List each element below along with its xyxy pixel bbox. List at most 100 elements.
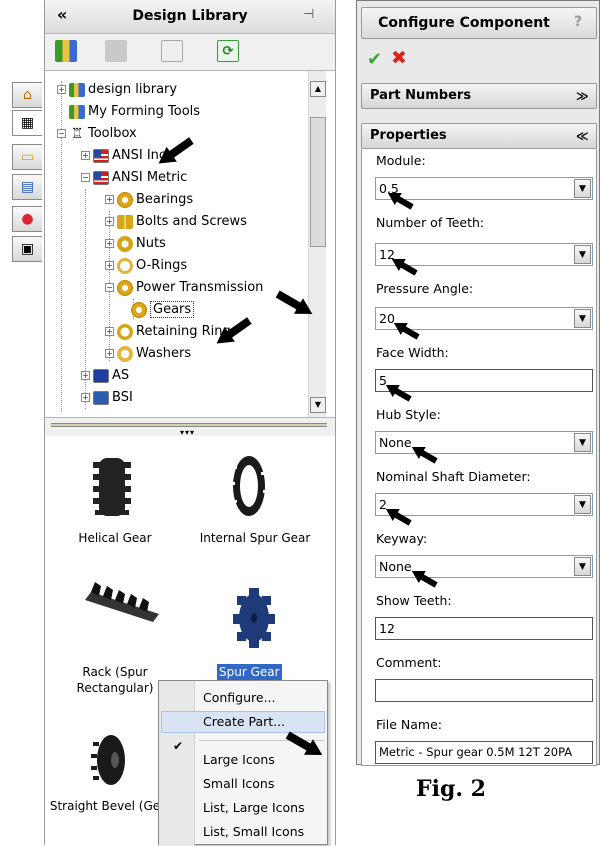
collapse-chevron-icon[interactable]: ≪ (576, 129, 589, 143)
tree-item-nuts[interactable]: + Nuts (105, 233, 166, 255)
tree-item-bolts-and-screws[interactable]: + Bolts and Screws (105, 211, 247, 233)
side-tab-home[interactable]: ⌂ (12, 82, 42, 108)
side-tab-view-palette[interactable]: ▤ (12, 174, 42, 200)
retaining-ring-icon (117, 323, 133, 340)
keyway-select[interactable]: None ▼ (375, 555, 593, 578)
dropdown-arrow-icon[interactable]: ▼ (574, 309, 591, 328)
show-teeth-label: Show Teeth: (376, 593, 452, 608)
library-icon (69, 82, 85, 97)
face-width-input[interactable]: 5 (375, 369, 593, 392)
tree-item-power-transmission[interactable]: − Power Transmission (105, 277, 263, 299)
comment-input[interactable] (375, 679, 593, 702)
teeth-label: Number of Teeth: (376, 215, 485, 230)
library-tree: + design library My Forming Tools − ♖ Toolb… (45, 70, 335, 418)
module-label: Module: (376, 153, 426, 168)
hub-style-select[interactable]: None ▼ (375, 431, 593, 454)
cancel-x-icon[interactable]: ✖ (391, 47, 407, 69)
library-title-bar: « Design Library ⊣ (45, 0, 335, 34)
menu-item-create-part[interactable]: Create Part... (203, 711, 285, 733)
part-numbers-title: Part Numbers (370, 88, 472, 103)
rack-thumbnail[interactable] (83, 578, 161, 626)
tree-item-toolbox[interactable]: − ♖ Toolbox (57, 123, 137, 145)
dropdown-arrow-icon[interactable]: ▼ (574, 179, 591, 198)
menu-item-small-icons[interactable]: Small Icons (203, 773, 274, 795)
pin-icon[interactable]: ⊣ (303, 7, 314, 22)
pointer-arrow (155, 135, 196, 169)
hub-style-label: Hub Style: (376, 407, 441, 422)
menu-item-list-large-icons[interactable]: List, Large Icons (203, 797, 305, 819)
scroll-thumb[interactable] (310, 117, 326, 247)
shaft-diameter-select[interactable]: 2 ▼ (375, 493, 593, 516)
tree-item-my-forming-tools[interactable]: My Forming Tools (69, 101, 200, 123)
helical-gear-thumbnail[interactable] (89, 454, 135, 520)
us-flag-icon (93, 148, 109, 163)
tree-item-ansi-metric[interactable]: − ANSI Metric (81, 167, 187, 189)
straight-bevel-gear-thumbnail[interactable] (91, 732, 131, 788)
library-toolbar: ⟳ (45, 34, 335, 70)
configure-component-panel: Configure Component ? ✔ ✖ Part Numbers ≫… (356, 0, 600, 766)
checkmark-icon: ✔ (173, 739, 184, 753)
dropdown-arrow-icon[interactable]: ▼ (574, 557, 591, 576)
side-tab-appearances[interactable]: ● (12, 206, 42, 232)
spur-gear-thumbnail[interactable] (231, 586, 277, 650)
tree-scrollbar[interactable]: ▲ ▼ (308, 71, 326, 417)
menu-item-configure[interactable]: Configure... (203, 687, 276, 709)
properties-title: Properties (370, 128, 447, 143)
configure-title-bar: Configure Component ? (361, 7, 597, 39)
create-new-folder-icon[interactable] (161, 40, 183, 62)
scroll-down-icon[interactable]: ▼ (310, 397, 326, 413)
nut-icon (117, 235, 133, 252)
washer-icon (117, 345, 133, 362)
menu-item-large-icons[interactable]: Large Icons (203, 749, 275, 771)
bolt-icon (117, 214, 133, 229)
dropdown-arrow-icon[interactable]: ▼ (574, 433, 591, 452)
side-tab-file-explorer[interactable]: ▭ (12, 144, 42, 170)
dropdown-arrow-icon[interactable]: ▼ (574, 495, 591, 514)
module-select[interactable]: 0.5 ▼ (375, 177, 593, 200)
refresh-icon[interactable]: ⟳ (217, 40, 239, 62)
pointer-arrow (213, 315, 254, 349)
side-tab-custom-properties[interactable]: ▣ (12, 236, 42, 262)
gallery-caption-rack-spur-rectangular[interactable]: Rack (Spur Rectangular) (65, 664, 165, 696)
pane-splitter[interactable]: ▾▾▾ (45, 418, 335, 437)
dropdown-arrow-icon[interactable]: ▼ (574, 245, 591, 264)
face-width-label: Face Width: (376, 345, 449, 360)
tree-item-washers[interactable]: + Washers (105, 343, 191, 365)
show-teeth-input[interactable]: 12 (375, 617, 593, 640)
keyway-label: Keyway: (376, 531, 428, 546)
ok-check-icon[interactable]: ✔ (367, 49, 382, 70)
tree-item-o-rings[interactable]: + O-Rings (105, 255, 187, 277)
tree-item-bearings[interactable]: + Bearings (105, 189, 193, 211)
part-numbers-group[interactable]: Part Numbers ≫ (361, 83, 597, 109)
scroll-up-icon[interactable]: ▲ (310, 81, 326, 97)
gear-icon (117, 279, 133, 296)
design-library-panel: « Design Library ⊣ ⟳ + design library My … (44, 0, 336, 846)
menu-item-list-small-icons[interactable]: List, Small Icons (203, 821, 304, 843)
tree-item-design-library[interactable]: + design library (57, 79, 177, 101)
side-tab-design-library[interactable]: ▦ (12, 110, 42, 136)
internal-spur-gear-thumbnail[interactable] (229, 452, 269, 520)
gallery-caption-spur-gear[interactable]: Spur Gear (217, 664, 282, 680)
help-icon[interactable]: ? (574, 14, 582, 30)
oring-icon (117, 257, 133, 274)
uk-flag-icon (93, 390, 109, 405)
add-to-library-icon[interactable] (55, 40, 77, 62)
comment-label: Comment: (376, 655, 442, 670)
pressure-angle-label: Pressure Angle: (376, 281, 474, 296)
gallery-caption-helical-gear[interactable]: Helical Gear (65, 530, 165, 546)
properties-group-header[interactable]: Properties ≪ (361, 123, 597, 149)
configure-title: Configure Component (378, 15, 550, 31)
bearing-icon (117, 191, 133, 208)
add-file-location-icon[interactable] (105, 40, 127, 62)
library-icon (69, 104, 85, 119)
tree-item-gears[interactable]: Gears (131, 299, 195, 321)
library-title: Design Library (132, 8, 248, 24)
file-name-input[interactable]: Metric - Spur gear 0.5M 12T 20PA (375, 741, 593, 764)
us-flag-icon (93, 170, 109, 185)
gallery-caption-internal-spur-gear[interactable]: Internal Spur Gear (185, 530, 325, 546)
tree-item-bsi[interactable]: + BSI (81, 387, 133, 409)
gallery-caption-straight-bevel[interactable]: Straight Bevel (Ge (49, 798, 161, 814)
tree-item-as[interactable]: + AS (81, 365, 129, 387)
expand-chevron-icon[interactable]: ≫ (576, 89, 589, 103)
file-name-label: File Name: (376, 717, 442, 732)
